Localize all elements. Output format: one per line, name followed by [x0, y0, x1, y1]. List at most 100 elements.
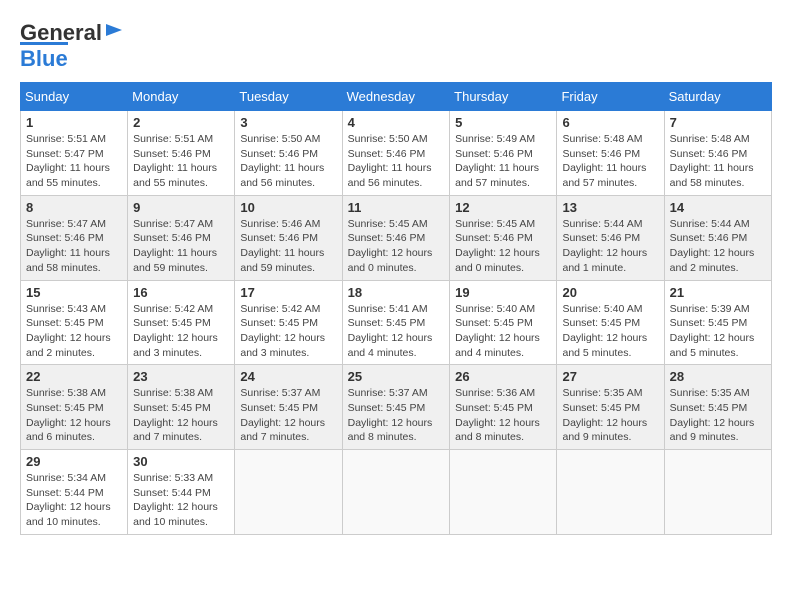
calendar-cell: 29 Sunrise: 5:34 AM Sunset: 5:44 PM Dayl… — [21, 450, 128, 535]
day-info: Sunrise: 5:47 AM Sunset: 5:46 PM Dayligh… — [133, 218, 217, 274]
day-info: Sunrise: 5:35 AM Sunset: 5:45 PM Dayligh… — [670, 387, 755, 443]
day-number: 27 — [562, 369, 658, 384]
calendar-cell — [235, 450, 342, 535]
calendar-cell: 15 Sunrise: 5:43 AM Sunset: 5:45 PM Dayl… — [21, 280, 128, 365]
calendar-cell: 17 Sunrise: 5:42 AM Sunset: 5:45 PM Dayl… — [235, 280, 342, 365]
day-number: 1 — [26, 115, 122, 130]
calendar-cell: 8 Sunrise: 5:47 AM Sunset: 5:46 PM Dayli… — [21, 195, 128, 280]
day-number: 15 — [26, 285, 122, 300]
calendar-cell: 7 Sunrise: 5:48 AM Sunset: 5:46 PM Dayli… — [664, 111, 771, 196]
day-info: Sunrise: 5:44 AM Sunset: 5:46 PM Dayligh… — [670, 218, 755, 274]
day-of-week-header: Saturday — [664, 83, 771, 111]
calendar-week-row: 15 Sunrise: 5:43 AM Sunset: 5:45 PM Dayl… — [21, 280, 772, 365]
day-of-week-header: Thursday — [450, 83, 557, 111]
day-info: Sunrise: 5:42 AM Sunset: 5:45 PM Dayligh… — [240, 303, 325, 359]
day-info: Sunrise: 5:47 AM Sunset: 5:46 PM Dayligh… — [26, 218, 110, 274]
day-number: 14 — [670, 200, 766, 215]
calendar-cell: 6 Sunrise: 5:48 AM Sunset: 5:46 PM Dayli… — [557, 111, 664, 196]
day-info: Sunrise: 5:48 AM Sunset: 5:46 PM Dayligh… — [670, 133, 754, 189]
calendar-cell: 9 Sunrise: 5:47 AM Sunset: 5:46 PM Dayli… — [128, 195, 235, 280]
day-number: 30 — [133, 454, 229, 469]
calendar-cell: 11 Sunrise: 5:45 AM Sunset: 5:46 PM Dayl… — [342, 195, 450, 280]
day-info: Sunrise: 5:50 AM Sunset: 5:46 PM Dayligh… — [240, 133, 324, 189]
calendar-cell: 12 Sunrise: 5:45 AM Sunset: 5:46 PM Dayl… — [450, 195, 557, 280]
day-info: Sunrise: 5:37 AM Sunset: 5:45 PM Dayligh… — [348, 387, 433, 443]
day-info: Sunrise: 5:51 AM Sunset: 5:46 PM Dayligh… — [133, 133, 217, 189]
day-number: 17 — [240, 285, 336, 300]
calendar-cell — [342, 450, 450, 535]
day-number: 24 — [240, 369, 336, 384]
day-info: Sunrise: 5:51 AM Sunset: 5:47 PM Dayligh… — [26, 133, 110, 189]
day-of-week-header: Monday — [128, 83, 235, 111]
calendar-table: SundayMondayTuesdayWednesdayThursdayFrid… — [20, 82, 772, 535]
calendar-cell: 10 Sunrise: 5:46 AM Sunset: 5:46 PM Dayl… — [235, 195, 342, 280]
day-info: Sunrise: 5:33 AM Sunset: 5:44 PM Dayligh… — [133, 472, 218, 528]
day-info: Sunrise: 5:44 AM Sunset: 5:46 PM Dayligh… — [562, 218, 647, 274]
day-number: 2 — [133, 115, 229, 130]
calendar-cell: 4 Sunrise: 5:50 AM Sunset: 5:46 PM Dayli… — [342, 111, 450, 196]
calendar-cell: 16 Sunrise: 5:42 AM Sunset: 5:45 PM Dayl… — [128, 280, 235, 365]
calendar-cell: 1 Sunrise: 5:51 AM Sunset: 5:47 PM Dayli… — [21, 111, 128, 196]
calendar-cell: 2 Sunrise: 5:51 AM Sunset: 5:46 PM Dayli… — [128, 111, 235, 196]
day-number: 28 — [670, 369, 766, 384]
day-info: Sunrise: 5:42 AM Sunset: 5:45 PM Dayligh… — [133, 303, 218, 359]
day-of-week-header: Tuesday — [235, 83, 342, 111]
calendar-cell — [664, 450, 771, 535]
day-info: Sunrise: 5:35 AM Sunset: 5:45 PM Dayligh… — [562, 387, 647, 443]
day-of-week-header: Friday — [557, 83, 664, 111]
day-info: Sunrise: 5:37 AM Sunset: 5:45 PM Dayligh… — [240, 387, 325, 443]
logo-blue-part: Blue — [20, 42, 68, 72]
day-number: 6 — [562, 115, 658, 130]
day-number: 23 — [133, 369, 229, 384]
day-info: Sunrise: 5:40 AM Sunset: 5:45 PM Dayligh… — [562, 303, 647, 359]
day-number: 8 — [26, 200, 122, 215]
day-number: 19 — [455, 285, 551, 300]
day-info: Sunrise: 5:50 AM Sunset: 5:46 PM Dayligh… — [348, 133, 432, 189]
calendar-cell: 30 Sunrise: 5:33 AM Sunset: 5:44 PM Dayl… — [128, 450, 235, 535]
calendar-cell: 26 Sunrise: 5:36 AM Sunset: 5:45 PM Dayl… — [450, 365, 557, 450]
day-number: 25 — [348, 369, 445, 384]
logo-flag-icon — [104, 22, 124, 42]
calendar-cell: 19 Sunrise: 5:40 AM Sunset: 5:45 PM Dayl… — [450, 280, 557, 365]
calendar-cell — [450, 450, 557, 535]
day-number: 4 — [348, 115, 445, 130]
calendar-cell: 3 Sunrise: 5:50 AM Sunset: 5:46 PM Dayli… — [235, 111, 342, 196]
day-number: 7 — [670, 115, 766, 130]
day-number: 21 — [670, 285, 766, 300]
logo: General Blue — [20, 20, 124, 72]
calendar-cell: 18 Sunrise: 5:41 AM Sunset: 5:45 PM Dayl… — [342, 280, 450, 365]
day-number: 16 — [133, 285, 229, 300]
calendar-cell — [557, 450, 664, 535]
day-info: Sunrise: 5:38 AM Sunset: 5:45 PM Dayligh… — [26, 387, 111, 443]
day-info: Sunrise: 5:36 AM Sunset: 5:45 PM Dayligh… — [455, 387, 540, 443]
day-number: 10 — [240, 200, 336, 215]
day-number: 11 — [348, 200, 445, 215]
calendar-cell: 21 Sunrise: 5:39 AM Sunset: 5:45 PM Dayl… — [664, 280, 771, 365]
calendar-cell: 23 Sunrise: 5:38 AM Sunset: 5:45 PM Dayl… — [128, 365, 235, 450]
calendar-week-row: 1 Sunrise: 5:51 AM Sunset: 5:47 PM Dayli… — [21, 111, 772, 196]
day-number: 29 — [26, 454, 122, 469]
day-number: 13 — [562, 200, 658, 215]
day-info: Sunrise: 5:34 AM Sunset: 5:44 PM Dayligh… — [26, 472, 111, 528]
day-info: Sunrise: 5:48 AM Sunset: 5:46 PM Dayligh… — [562, 133, 646, 189]
day-number: 20 — [562, 285, 658, 300]
calendar-cell: 14 Sunrise: 5:44 AM Sunset: 5:46 PM Dayl… — [664, 195, 771, 280]
day-info: Sunrise: 5:41 AM Sunset: 5:45 PM Dayligh… — [348, 303, 433, 359]
day-info: Sunrise: 5:38 AM Sunset: 5:45 PM Dayligh… — [133, 387, 218, 443]
day-number: 26 — [455, 369, 551, 384]
day-number: 18 — [348, 285, 445, 300]
day-number: 3 — [240, 115, 336, 130]
day-info: Sunrise: 5:40 AM Sunset: 5:45 PM Dayligh… — [455, 303, 540, 359]
calendar-cell: 5 Sunrise: 5:49 AM Sunset: 5:46 PM Dayli… — [450, 111, 557, 196]
calendar-cell: 13 Sunrise: 5:44 AM Sunset: 5:46 PM Dayl… — [557, 195, 664, 280]
day-number: 9 — [133, 200, 229, 215]
calendar-week-row: 22 Sunrise: 5:38 AM Sunset: 5:45 PM Dayl… — [21, 365, 772, 450]
day-of-week-header: Sunday — [21, 83, 128, 111]
page-header: General Blue — [20, 20, 772, 72]
day-info: Sunrise: 5:46 AM Sunset: 5:46 PM Dayligh… — [240, 218, 324, 274]
calendar-cell: 24 Sunrise: 5:37 AM Sunset: 5:45 PM Dayl… — [235, 365, 342, 450]
day-number: 22 — [26, 369, 122, 384]
day-number: 5 — [455, 115, 551, 130]
day-info: Sunrise: 5:45 AM Sunset: 5:46 PM Dayligh… — [348, 218, 433, 274]
calendar-cell: 25 Sunrise: 5:37 AM Sunset: 5:45 PM Dayl… — [342, 365, 450, 450]
